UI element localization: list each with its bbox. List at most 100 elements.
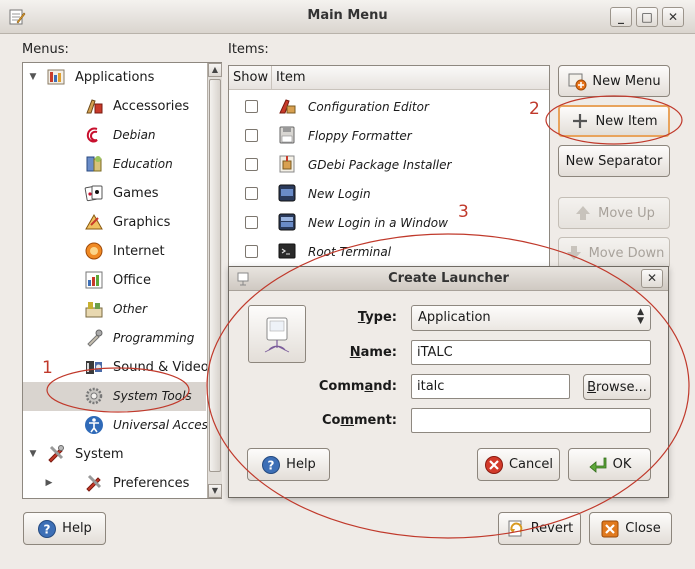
help-button[interactable]: ? Help: [23, 512, 106, 545]
plus-icon: [573, 114, 588, 128]
graphics-icon: [83, 211, 105, 233]
launcher-icon-button[interactable]: [248, 305, 306, 363]
other-icon: [83, 298, 105, 320]
show-checkbox[interactable]: [245, 129, 258, 142]
menu-tree-item[interactable]: Games: [23, 179, 206, 208]
show-checkbox[interactable]: [245, 245, 258, 258]
games-icon: [83, 182, 105, 204]
login-icon: [276, 182, 298, 204]
menu-tree-item-label: Applications: [75, 70, 155, 85]
launcher-icon: [264, 317, 290, 353]
menu-tree-item[interactable]: ▼ System: [23, 440, 206, 469]
login-window-icon: [276, 211, 298, 233]
menus-tree[interactable]: ▼ Applications Accessories Debian Education G…: [22, 62, 222, 499]
item-row[interactable]: New Login: [229, 179, 549, 208]
up-arrow-icon: [576, 206, 591, 220]
item-row[interactable]: GDebi Package Installer: [229, 150, 549, 179]
item-row[interactable]: Root Terminal: [229, 237, 549, 266]
close-button[interactable]: Close: [589, 512, 672, 545]
menu-tree-item[interactable]: ▶ Preferences: [23, 469, 206, 498]
programming-icon: [83, 327, 105, 349]
menu-tree-item[interactable]: Education: [23, 150, 206, 179]
maximize-button[interactable]: □: [636, 7, 658, 27]
show-checkbox[interactable]: [245, 100, 258, 113]
package-icon: [276, 153, 298, 175]
menu-tree-item[interactable]: Accessories: [23, 92, 206, 121]
move-down-button[interactable]: Move Down: [558, 237, 670, 269]
help-label: Help: [62, 521, 92, 536]
menu-tree-item[interactable]: Universal Access: [23, 411, 214, 440]
new-item-label: New Item: [595, 113, 658, 129]
help-icon: ?: [262, 455, 281, 474]
expander-closed-icon[interactable]: ▶: [43, 477, 55, 489]
type-combo[interactable]: Application ▲ ▼: [411, 305, 651, 331]
move-up-button[interactable]: Move Up: [558, 197, 670, 229]
minimize-button[interactable]: _: [610, 7, 632, 27]
item-row-label: Floppy Formatter: [308, 129, 412, 143]
sound-video-icon: [83, 356, 105, 378]
system-tools-icon: [83, 385, 105, 407]
window-titlebar: Main Menu _ □ ✕: [0, 0, 695, 34]
item-row[interactable]: Floppy Formatter: [229, 121, 549, 150]
menu-tree-item[interactable]: Other: [23, 295, 206, 324]
show-checkbox[interactable]: [245, 158, 258, 171]
menu-tree-item[interactable]: Office: [23, 266, 206, 295]
menu-tree-item[interactable]: System Tools: [23, 382, 206, 411]
name-field[interactable]: iTALC: [411, 340, 651, 365]
system-icon: [45, 443, 67, 465]
menu-tree-item-label: Universal Access: [113, 418, 215, 432]
down-arrow-icon: [566, 246, 581, 260]
move-down-label: Move Down: [588, 245, 665, 261]
item-row[interactable]: Configuration Editor: [229, 92, 549, 121]
browse-label: Browse...: [587, 379, 647, 395]
revert-button[interactable]: Revert: [498, 512, 581, 545]
revert-icon: [508, 520, 523, 536]
scroll-up-arrow-icon[interactable]: ▲: [208, 63, 222, 77]
accessories-icon: [83, 95, 105, 117]
column-show[interactable]: Show: [229, 66, 272, 90]
command-field[interactable]: italc: [411, 374, 570, 399]
item-row-label: New Login in a Window: [308, 216, 448, 230]
ok-label: OK: [612, 457, 632, 472]
ok-button[interactable]: OK: [568, 448, 651, 481]
new-menu-button[interactable]: New Menu: [558, 65, 670, 97]
comment-field[interactable]: [411, 408, 651, 433]
close-label: Close: [625, 521, 661, 536]
config-editor-icon: [276, 95, 298, 117]
menu-tree-item-label: Debian: [113, 128, 156, 142]
preferences-icon: [83, 472, 105, 494]
column-item[interactable]: Item: [272, 66, 549, 90]
scroll-thumb[interactable]: [209, 79, 221, 472]
show-checkbox[interactable]: [245, 187, 258, 200]
expander-open-icon[interactable]: ▼: [27, 71, 39, 83]
browse-button[interactable]: Browse...: [583, 374, 651, 400]
dialog-help-button[interactable]: ? Help: [247, 448, 330, 481]
new-separator-label: New Separator: [565, 153, 663, 169]
terminal-icon: [276, 240, 298, 262]
dialog-help-label: Help: [286, 457, 316, 472]
menu-tree-item-label: Education: [113, 157, 173, 171]
new-item-button[interactable]: New Item: [558, 105, 670, 137]
menu-tree-item[interactable]: Graphics: [23, 208, 206, 237]
education-icon: [83, 153, 105, 175]
menu-tree-item[interactable]: Programming: [23, 324, 206, 353]
dialog-close-button[interactable]: ✕: [641, 269, 663, 288]
office-icon: [83, 269, 105, 291]
menu-tree-item[interactable]: Internet: [23, 237, 206, 266]
menu-tree-item[interactable]: ▼ Applications: [23, 63, 206, 92]
annotation-number-2: 2: [529, 99, 540, 119]
menus-scrollbar[interactable]: ▲ ▼: [207, 63, 222, 498]
close-window-button[interactable]: ✕: [662, 7, 684, 27]
menu-tree-item[interactable]: Debian: [23, 121, 206, 150]
cancel-button[interactable]: Cancel: [477, 448, 560, 481]
show-checkbox[interactable]: [245, 216, 258, 229]
menu-tree-item-label: Graphics: [113, 215, 171, 230]
items-list[interactable]: Show Item Configuration Editor Floppy For…: [228, 65, 550, 267]
scroll-down-arrow-icon[interactable]: ▼: [208, 484, 222, 498]
item-row[interactable]: New Login in a Window: [229, 208, 549, 237]
annotation-number-1: 1: [42, 358, 53, 378]
expander-open-icon[interactable]: ▼: [27, 448, 39, 460]
internet-icon: [83, 240, 105, 262]
universal-access-icon: [83, 414, 105, 436]
new-separator-button[interactable]: New Separator: [558, 145, 670, 177]
